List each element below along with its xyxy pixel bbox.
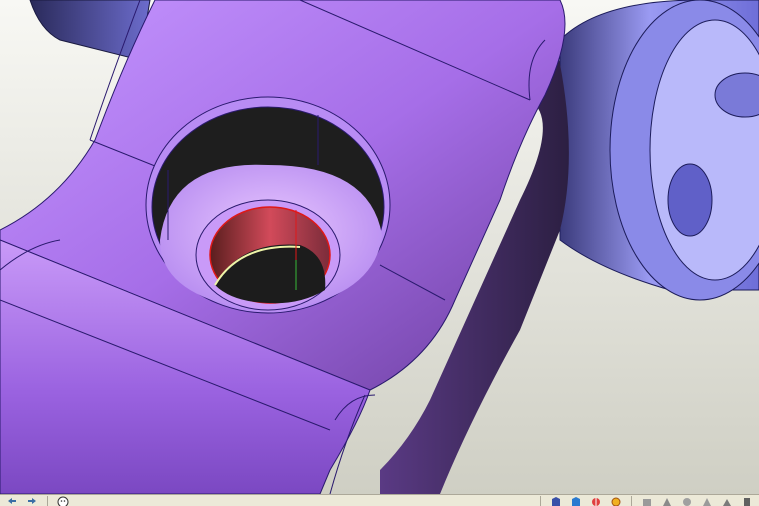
- toolbar-group-view: [544, 495, 628, 506]
- toolbar-separator: [47, 495, 48, 506]
- toolbar-group-status: [51, 495, 75, 506]
- appearance-icon[interactable]: [609, 495, 623, 506]
- view-iso-icon[interactable]: [569, 495, 583, 506]
- pan-icon[interactable]: [700, 495, 714, 506]
- toolbar-group-history: [0, 495, 44, 506]
- toolbar-group-tools: [635, 495, 759, 506]
- toolbar-separator: [540, 495, 541, 506]
- rotate-view-icon[interactable]: [660, 495, 674, 506]
- section-view-icon[interactable]: [589, 495, 603, 506]
- bottom-toolbar: [0, 494, 759, 506]
- counterbore-hole: [145, 96, 391, 314]
- view-orientation-icon[interactable]: [549, 495, 563, 506]
- zoom-icon[interactable]: [680, 495, 694, 506]
- hide-show-icon[interactable]: [640, 495, 654, 506]
- smiley-face-icon[interactable]: [56, 495, 70, 506]
- measure-icon[interactable]: [740, 495, 754, 506]
- redo-arrow-icon[interactable]: [25, 495, 39, 506]
- right-bearing: [559, 0, 759, 301]
- toolbar-separator: [631, 495, 632, 506]
- cad-model-view[interactable]: [0, 0, 759, 494]
- graphics-viewport[interactable]: [0, 0, 759, 494]
- undo-arrow-icon[interactable]: [5, 495, 19, 506]
- display-style-icon[interactable]: [720, 495, 734, 506]
